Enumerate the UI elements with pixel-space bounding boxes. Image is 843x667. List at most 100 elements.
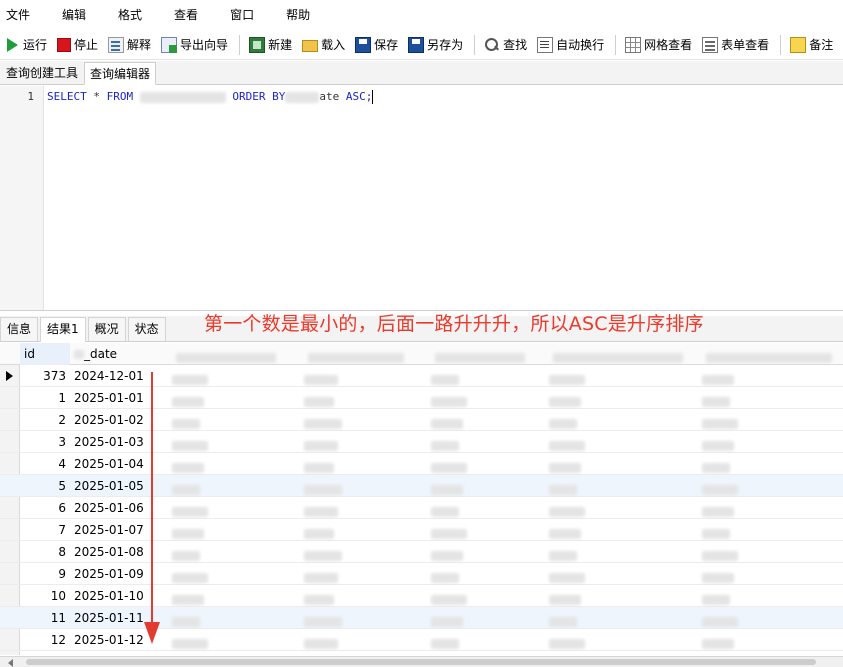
cell-redacted[interactable]: [702, 519, 748, 541]
cell-date[interactable]: 2024-12-01: [74, 365, 174, 387]
cell-redacted[interactable]: [304, 519, 352, 541]
cell-redacted[interactable]: [431, 453, 477, 475]
cell-redacted[interactable]: [702, 585, 748, 607]
form-view-button[interactable]: 表单查看: [698, 33, 773, 57]
cell-id[interactable]: 6: [20, 497, 70, 519]
cell-redacted[interactable]: [431, 409, 477, 431]
word-wrap-button[interactable]: 自动换行: [533, 33, 608, 57]
cell-redacted[interactable]: [431, 585, 477, 607]
cell-redacted[interactable]: [431, 365, 477, 387]
cell-redacted[interactable]: [304, 629, 352, 651]
cell-id[interactable]: 7: [20, 519, 70, 541]
scroll-left-icon[interactable]: [8, 659, 13, 667]
cell-id[interactable]: 11: [20, 607, 70, 629]
cell-redacted[interactable]: [304, 541, 352, 563]
cell-redacted[interactable]: [172, 409, 218, 431]
cell-id[interactable]: 3: [20, 431, 70, 453]
cell-date[interactable]: 2025-01-03: [74, 431, 174, 453]
cell-redacted[interactable]: [431, 629, 477, 651]
cell-redacted[interactable]: [304, 409, 352, 431]
cell-redacted[interactable]: [549, 497, 595, 519]
cell-date[interactable]: 2025-01-07: [74, 519, 174, 541]
cell-redacted[interactable]: [304, 365, 352, 387]
cell-redacted[interactable]: [172, 431, 218, 453]
cell-redacted[interactable]: [304, 607, 352, 629]
column-header-redacted[interactable]: [172, 343, 276, 365]
table-row[interactable]: 12 2025-01-12: [0, 629, 843, 651]
tab-query-editor[interactable]: 查询编辑器: [84, 62, 157, 85]
table-row[interactable]: 7 2025-01-07: [0, 519, 843, 541]
cell-redacted[interactable]: [549, 365, 595, 387]
menu-file[interactable]: 文件: [0, 0, 42, 30]
cell-date[interactable]: 2025-01-08: [74, 541, 174, 563]
cell-redacted[interactable]: [549, 453, 595, 475]
cell-redacted[interactable]: [549, 607, 595, 629]
cell-redacted[interactable]: [549, 409, 595, 431]
note-button[interactable]: 备注: [786, 33, 837, 57]
cell-redacted[interactable]: [431, 563, 477, 585]
tab-result-1[interactable]: 结果1: [40, 317, 86, 342]
tab-status[interactable]: 状态: [127, 317, 166, 341]
cell-redacted[interactable]: [172, 497, 218, 519]
cell-redacted[interactable]: [172, 607, 218, 629]
cell-redacted[interactable]: [172, 629, 218, 651]
cell-redacted[interactable]: [172, 475, 218, 497]
load-button[interactable]: 载入: [298, 33, 349, 57]
cell-id[interactable]: 12: [20, 629, 70, 651]
cell-id[interactable]: 2: [20, 409, 70, 431]
cell-redacted[interactable]: [702, 563, 748, 585]
cell-redacted[interactable]: [304, 585, 352, 607]
export-wizard-button[interactable]: 导出向导: [157, 33, 232, 57]
cell-redacted[interactable]: [702, 497, 748, 519]
grid-view-button[interactable]: 网格查看: [621, 33, 696, 57]
cell-date[interactable]: 2025-01-10: [74, 585, 174, 607]
cell-redacted[interactable]: [172, 541, 218, 563]
menu-window[interactable]: 窗口: [224, 0, 266, 30]
tab-profile[interactable]: 概况: [87, 317, 126, 341]
result-grid[interactable]: id _date 373 2024-12-01 1 2025-01-01 2 2025-0…: [0, 343, 843, 655]
cell-redacted[interactable]: [549, 519, 595, 541]
cell-date[interactable]: 2025-01-01: [74, 387, 174, 409]
cell-redacted[interactable]: [431, 387, 477, 409]
tab-query-builder[interactable]: 查询创建工具: [0, 61, 84, 84]
scrollbar-thumb[interactable]: [26, 659, 816, 665]
cell-redacted[interactable]: [304, 387, 352, 409]
cell-redacted[interactable]: [702, 409, 748, 431]
cell-redacted[interactable]: [549, 431, 595, 453]
menu-edit[interactable]: 编辑: [56, 0, 98, 30]
cell-redacted[interactable]: [431, 519, 477, 541]
cell-redacted[interactable]: [702, 629, 748, 651]
cell-id[interactable]: 10: [20, 585, 70, 607]
cell-redacted[interactable]: [702, 387, 748, 409]
cell-redacted[interactable]: [549, 585, 595, 607]
run-button[interactable]: 运行: [0, 33, 51, 57]
cell-redacted[interactable]: [304, 475, 352, 497]
table-row[interactable]: 2 2025-01-02: [0, 409, 843, 431]
table-row[interactable]: 3 2025-01-03: [0, 431, 843, 453]
cell-redacted[interactable]: [431, 607, 477, 629]
sql-editor[interactable]: 1 SELECT * FROM ORDER BY ate ASC;: [0, 86, 843, 311]
cell-redacted[interactable]: [702, 453, 748, 475]
table-row[interactable]: 6 2025-01-06: [0, 497, 843, 519]
find-button[interactable]: 查找: [480, 33, 531, 57]
menu-help[interactable]: 帮助: [280, 0, 322, 30]
cell-date[interactable]: 2025-01-06: [74, 497, 174, 519]
table-row[interactable]: 4 2025-01-04: [0, 453, 843, 475]
cell-redacted[interactable]: [172, 519, 218, 541]
cell-redacted[interactable]: [431, 475, 477, 497]
cell-date[interactable]: 2025-01-05: [74, 475, 174, 497]
cell-redacted[interactable]: [702, 365, 748, 387]
cell-redacted[interactable]: [172, 453, 218, 475]
save-button[interactable]: 保存: [351, 33, 402, 57]
cell-redacted[interactable]: [431, 497, 477, 519]
sql-line[interactable]: SELECT * FROM ORDER BY ate ASC;: [47, 90, 374, 106]
cell-redacted[interactable]: [172, 563, 218, 585]
cell-redacted[interactable]: [702, 431, 748, 453]
cell-id[interactable]: 5: [20, 475, 70, 497]
cell-redacted[interactable]: [702, 475, 748, 497]
column-header-redacted[interactable]: [549, 343, 683, 365]
column-header-date[interactable]: _date: [70, 343, 170, 365]
horizontal-scrollbar[interactable]: [0, 656, 843, 667]
cell-redacted[interactable]: [172, 585, 218, 607]
column-header-redacted[interactable]: [431, 343, 525, 365]
